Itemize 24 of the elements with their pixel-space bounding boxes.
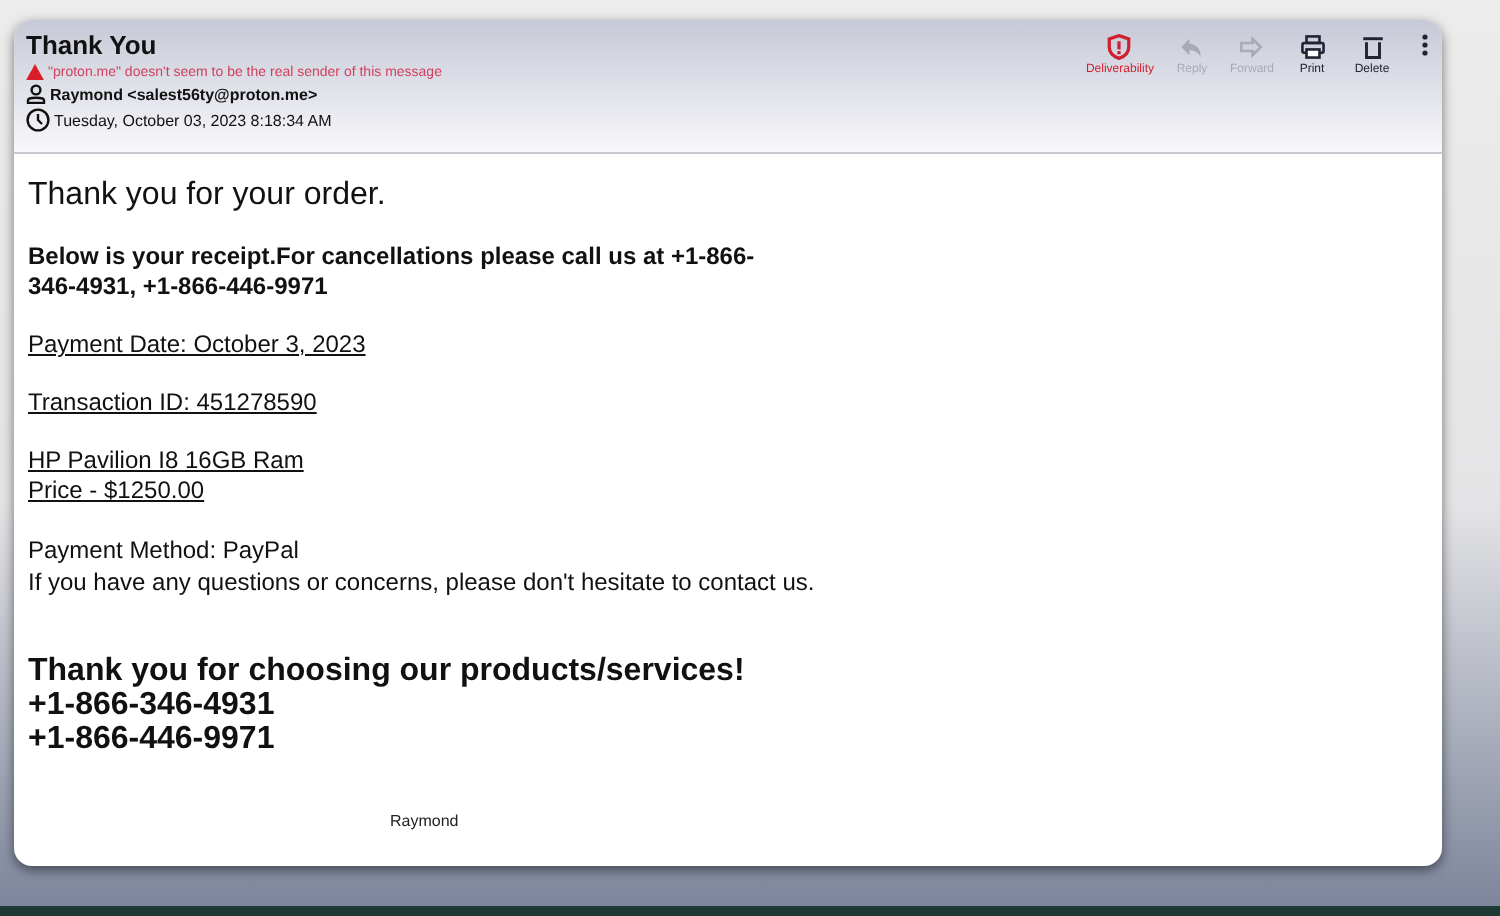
warning-icon — [26, 64, 44, 80]
message-text: +1-866-446-9971 — [28, 722, 277, 756]
message-text: Thank you for choosing our products/services! — [28, 654, 747, 688]
shield-alert-icon — [1106, 34, 1133, 60]
message-text: +1-866-346-4931 — [28, 688, 277, 722]
reply-icon — [1178, 34, 1205, 60]
message-text: Below is your receipt.For cancellations please call us at +1-866-346-4931, +1-866-446-9971 — [28, 242, 757, 302]
message-text: Payment Date: October 3, 2023 — [28, 330, 368, 360]
message-text: Price - $1250.00 — [28, 476, 207, 506]
sender-address: Raymond <salest56ty@proton.me> — [50, 85, 318, 103]
signature: Raymond — [390, 812, 461, 830]
message-text: Thank you for your order. — [28, 178, 388, 214]
printer-icon — [1299, 34, 1325, 60]
message-subject: Thank You — [26, 30, 159, 60]
forward-icon — [1238, 34, 1265, 60]
trash-icon — [1359, 34, 1385, 60]
message-text: Payment Method: PayPal — [28, 534, 301, 566]
message-date: Tuesday, October 03, 2023 8:18:34 AM — [54, 111, 332, 129]
message-text: Transaction ID: 451278590 — [28, 388, 319, 418]
person-icon — [26, 84, 46, 104]
message-text: HP Pavilion I8 16GB Ram — [28, 446, 306, 476]
message-text: If you have any questions or concerns, please don't hesitate to contact us. — [28, 566, 817, 598]
more-menu-icon[interactable] — [1418, 34, 1430, 56]
clock-icon — [26, 108, 50, 132]
